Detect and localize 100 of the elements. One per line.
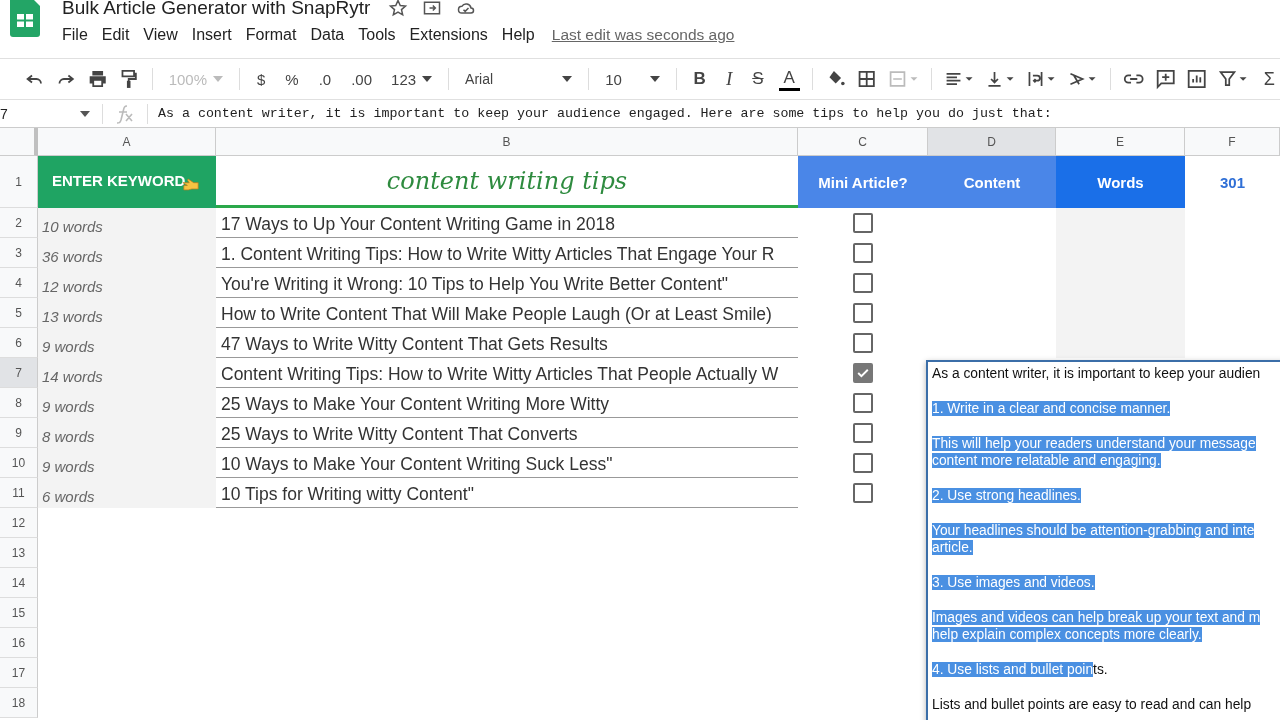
table-cell: 36 words xyxy=(38,238,216,268)
menu-item[interactable]: View xyxy=(136,26,185,44)
table-cell: 8 words xyxy=(38,418,216,448)
text-line: This will help your readers understand your message xyxy=(932,435,1256,452)
formula-input[interactable]: As a content writer, it is important to keep your audience engaged. Here are some tips to help you do just that: xyxy=(158,106,1052,121)
caret-icon xyxy=(213,76,224,82)
table-cell: 25 Ways to Write Witty Content That Converts xyxy=(216,418,798,448)
table-cell: 25 Ways to Make Your Content Writing More Witty xyxy=(216,388,798,418)
text-line: content more relatable and engaging. xyxy=(932,452,1161,469)
row-header[interactable]: 14 xyxy=(0,568,38,598)
text-color-button[interactable]: A xyxy=(778,67,800,91)
caret-icon xyxy=(562,76,573,82)
row-header[interactable]: 6 xyxy=(0,328,38,358)
column-header[interactable]: B xyxy=(216,128,798,156)
column-header[interactable]: F xyxy=(1185,128,1280,156)
table-cell: 47 Ways to Write Witty Content That Gets Results xyxy=(216,328,798,358)
move-to-folder-icon[interactable] xyxy=(422,0,443,18)
checkbox[interactable] xyxy=(853,363,873,383)
column-header[interactable]: E xyxy=(1056,128,1185,156)
chart-icon[interactable] xyxy=(1186,68,1208,90)
caret-icon xyxy=(649,76,660,82)
table-cell: How to Write Content That Will Make People Laugh (Or at Least Smile) xyxy=(216,298,798,328)
cell-editor[interactable] xyxy=(926,360,1280,720)
menu-item[interactable]: Help xyxy=(494,26,542,44)
increase-decimal-button[interactable]: .00 xyxy=(346,68,378,90)
menu-item[interactable]: Edit xyxy=(94,26,137,44)
menu-item[interactable]: File xyxy=(62,26,95,44)
table-cell: 6 words xyxy=(38,478,216,508)
checkbox[interactable] xyxy=(853,423,873,443)
row-header[interactable]: 13 xyxy=(0,538,38,568)
bold-button[interactable]: B xyxy=(688,67,711,91)
text-line: 2. Use strong headlines. xyxy=(932,487,1081,504)
strikethrough-button[interactable]: S xyxy=(747,67,769,91)
menu-item[interactable]: Extensions xyxy=(402,26,495,44)
percent-button[interactable]: % xyxy=(280,68,304,90)
text-line: Your headlines should be attention-grabbing and inte xyxy=(932,522,1255,539)
text-line: Images and videos can help break up your text and m xyxy=(932,609,1261,626)
table-cell: 13 words xyxy=(38,298,216,328)
checkbox[interactable] xyxy=(853,333,873,353)
table-cell: 9 words xyxy=(38,388,216,418)
row-header[interactable]: 15 xyxy=(0,598,38,628)
menu-item[interactable]: Format xyxy=(238,26,304,44)
table-cell: 10 Ways to Make Your Content Writing Suck Less" xyxy=(216,448,798,478)
table-cell: 10 words xyxy=(38,208,216,238)
currency-button[interactable]: $ xyxy=(252,68,271,90)
caret-icon xyxy=(422,76,433,82)
text-line: 1. Write in a clear and concise manner. xyxy=(932,400,1171,417)
merge-cells-icon[interactable] xyxy=(887,68,919,90)
row-header[interactable]: 16 xyxy=(0,628,38,658)
column-header[interactable]: A xyxy=(38,128,216,156)
number-format-dropdown[interactable]: 123 xyxy=(387,68,437,90)
checkbox[interactable] xyxy=(853,243,873,263)
row-header[interactable]: 10 xyxy=(0,448,38,478)
row-header[interactable]: 12 xyxy=(0,508,38,538)
table-header-cell: Words xyxy=(1056,156,1185,208)
borders-icon[interactable] xyxy=(856,68,878,90)
menu-item[interactable]: Insert xyxy=(184,26,239,44)
table-cell: 1. Content Writing Tips: How to Write Witty Articles That Engage Your R xyxy=(216,238,798,268)
table-cell: 10 Tips for Writing witty Content" xyxy=(216,478,798,508)
comment-icon[interactable] xyxy=(1154,68,1177,90)
name-box[interactable]: 7 xyxy=(0,105,92,122)
font-dropdown[interactable]: Arial xyxy=(461,69,577,89)
row-header[interactable]: 1 xyxy=(0,156,38,208)
functions-button[interactable]: Σ xyxy=(1258,66,1280,92)
spreadsheet-logo-icon[interactable] xyxy=(10,0,40,37)
row-header[interactable]: 7 xyxy=(0,358,38,388)
table-header-cell: ENTER KEYWORD xyxy=(38,156,216,208)
row-header[interactable]: 4 xyxy=(0,268,38,298)
font-size-dropdown[interactable]: 10 xyxy=(601,68,664,90)
row-header[interactable]: 3 xyxy=(0,238,38,268)
column-header[interactable]: D xyxy=(928,128,1056,156)
star-icon[interactable] xyxy=(388,0,409,18)
italic-button[interactable]: I xyxy=(720,66,738,92)
table-cell: 17 Ways to Up Your Content Writing Game in 2018 xyxy=(216,208,798,238)
table-cell: 14 words xyxy=(38,358,216,388)
last-edit-link[interactable]: Last edit was seconds ago xyxy=(551,26,735,44)
table-header-cell: content writing tips xyxy=(216,156,798,208)
checkbox[interactable] xyxy=(853,453,873,473)
column-header[interactable]: C xyxy=(798,128,928,156)
checkbox[interactable] xyxy=(853,393,873,413)
checkbox[interactable] xyxy=(853,303,873,323)
row-header[interactable]: 18 xyxy=(0,688,38,718)
table-cell: You're Writing it Wrong: 10 Tips to Help You Write Better Content" xyxy=(216,268,798,298)
table-cell: Content Writing Tips: How to Write Witty Articles That People Actually W xyxy=(216,358,798,388)
row-header[interactable]: 2 xyxy=(0,208,38,238)
document-title[interactable]: Bulk Article Generator with SnapRytr xyxy=(62,0,371,18)
checkbox[interactable] xyxy=(853,213,873,233)
table-cell-text: 301 xyxy=(1219,172,1246,193)
row-header[interactable]: 9 xyxy=(0,418,38,448)
row-header[interactable]: 11 xyxy=(0,478,38,508)
table-cell: 9 words xyxy=(38,328,216,358)
menu-item[interactable]: Data xyxy=(303,26,352,44)
decrease-decimal-button[interactable]: .0 xyxy=(313,68,337,90)
checkbox[interactable] xyxy=(853,483,873,503)
checkbox[interactable] xyxy=(853,273,873,293)
menu-item[interactable]: Tools xyxy=(351,26,403,44)
row-header[interactable]: 8 xyxy=(0,388,38,418)
row-header[interactable]: 5 xyxy=(0,298,38,328)
row-header[interactable]: 17 xyxy=(0,658,38,688)
text-line: help explain complex concepts more clearly. xyxy=(932,626,1202,643)
